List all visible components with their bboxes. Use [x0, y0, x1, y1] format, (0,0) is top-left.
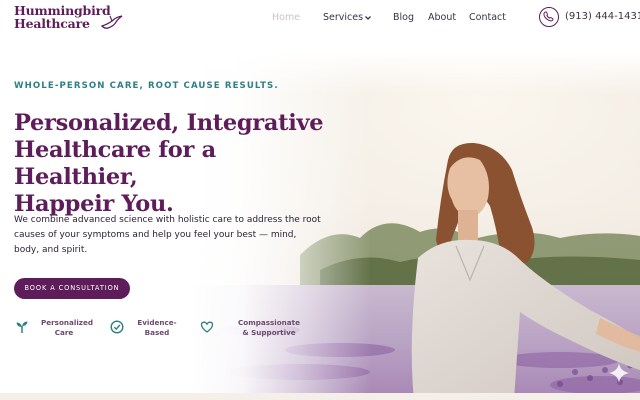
feature-label-line2: Care — [54, 328, 74, 337]
sparkle-icon — [609, 363, 629, 383]
feature-label-line2: & Supportive — [242, 328, 296, 337]
check-circle-icon — [110, 320, 124, 334]
hero-headline: Personalized, Integrative Healthcare for… — [14, 110, 334, 218]
nav-blog[interactable]: Blog — [393, 12, 414, 23]
heart-icon — [200, 321, 214, 333]
feature-list: Personalized Care Evidence- Based Compas… — [0, 316, 320, 346]
book-consultation-button[interactable]: BOOK A CONSULTATION — [14, 278, 130, 299]
nav-about[interactable]: About — [428, 12, 456, 23]
nav-contact[interactable]: Contact — [469, 12, 506, 23]
nav-services[interactable]: Services — [323, 12, 372, 23]
headline-line-2: Healthcare for a Healthier, — [14, 137, 216, 190]
nav-home[interactable]: Home — [272, 12, 300, 23]
hero-description: We combine advanced science with holisti… — [14, 215, 321, 255]
feature-label: Evidence- Based — [135, 318, 179, 338]
feature-label-line2: Based — [144, 328, 170, 337]
feature-label: Compassionate & Supportive — [236, 318, 302, 338]
feature-label: Personalized Care — [41, 318, 94, 338]
phone-icon — [539, 7, 559, 27]
hero-eyebrow: WHOLE-PERSON CARE, ROOT CAUSE RESULTS. — [14, 81, 279, 91]
phone-number: (913) 444-1431 — [565, 11, 640, 22]
site-header: Hummingbird Healthcare Home Services Blo… — [0, 0, 640, 36]
headline-line-1: Personalized, Integrative — [14, 110, 324, 136]
feature-label-line1: Compassionate — [238, 318, 300, 327]
nav-services-label: Services — [323, 12, 364, 23]
feature-label-line1: Personalized — [41, 318, 94, 327]
bottom-band — [0, 393, 640, 400]
chevron-down-icon — [365, 15, 372, 20]
feature-label-line1: Evidence- — [137, 318, 177, 327]
sprout-icon — [16, 321, 28, 333]
